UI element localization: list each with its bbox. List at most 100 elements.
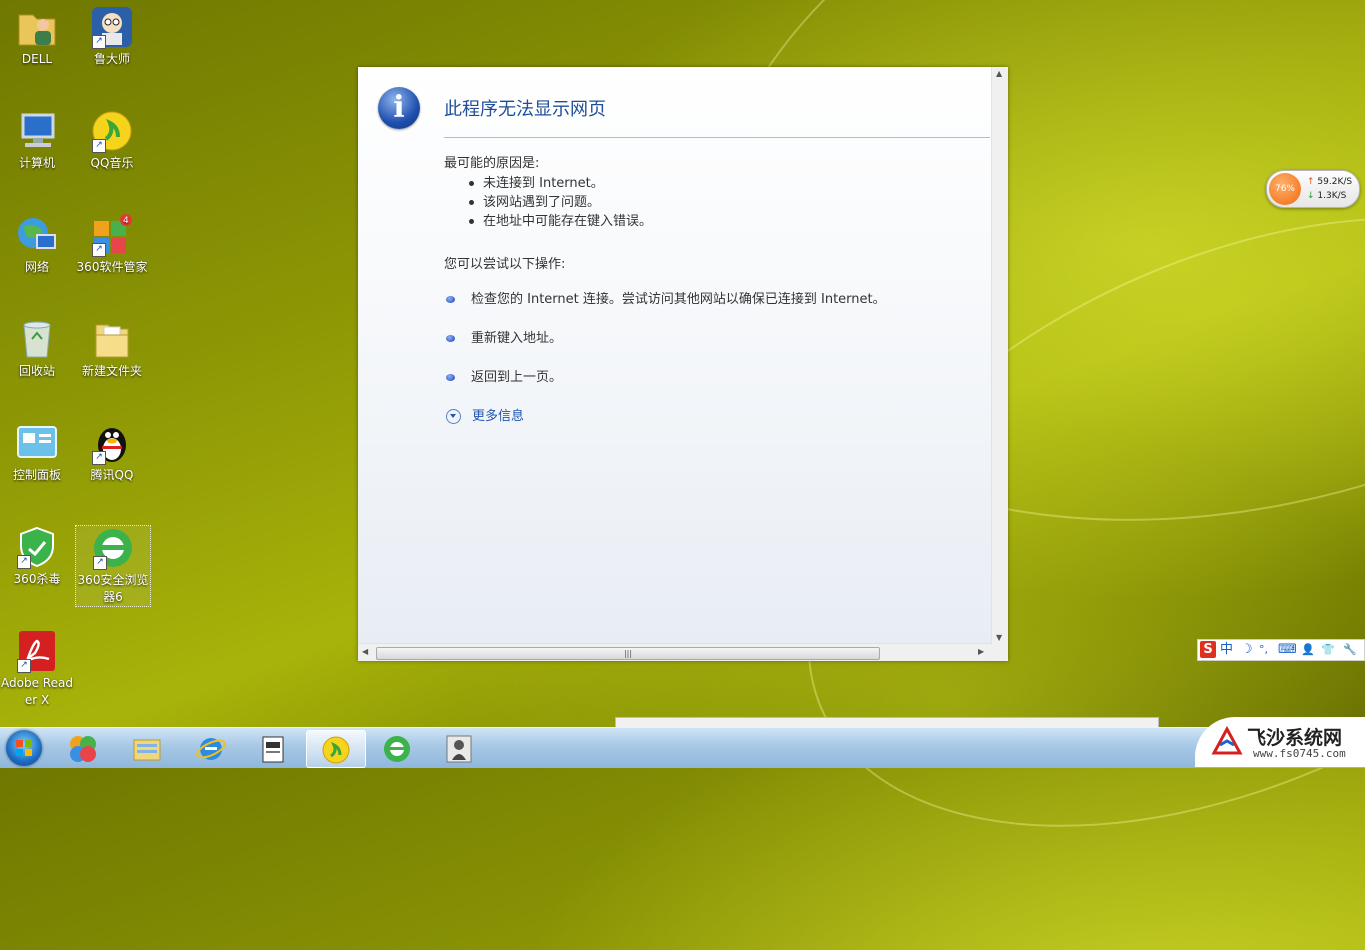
ludashi-icon: ↗ xyxy=(90,5,134,49)
taskbar-item-explorer[interactable] xyxy=(118,730,176,766)
vertical-scrollbar[interactable]: ▲ ▼ xyxy=(991,67,1008,644)
punctuation-icon[interactable]: °, xyxy=(1259,641,1268,658)
desktop-icon-control-panel[interactable]: 控制面板 xyxy=(0,416,74,484)
desktop-icon-360-software-manager[interactable]: 4 ↗ 360软件管家 xyxy=(75,208,149,276)
browser-error-window: i 此程序无法显示网页 最可能的原因是: 未连接到 Internet。 该网站遇… xyxy=(358,67,1008,661)
chinese-mode-icon[interactable]: 中 xyxy=(1220,641,1233,658)
adobe-reader-icon: ↗ xyxy=(15,629,59,673)
qq-penguin-icon: ↗ xyxy=(90,421,134,465)
error-page-content: i 此程序无法显示网页 最可能的原因是: 未连接到 Internet。 该网站遇… xyxy=(358,67,992,644)
desktop-icon-label: 计算机 xyxy=(18,156,55,170)
scroll-down-icon[interactable]: ▼ xyxy=(996,633,1002,642)
settings-wrench-icon[interactable]: 🔧 xyxy=(1343,641,1357,658)
page-title: 此程序无法显示网页 xyxy=(444,99,606,120)
desktop-icon-label: 控制面板 xyxy=(12,468,61,482)
360-browser-icon xyxy=(384,736,410,762)
keyboard-icon[interactable]: ⌨ xyxy=(1278,641,1297,658)
shortcut-arrow-icon: ↗ xyxy=(92,139,106,153)
windows-explorer-icon xyxy=(133,739,161,761)
svg-text:4: 4 xyxy=(123,216,129,226)
360-software-manager-icon: 4 ↗ xyxy=(90,213,134,257)
upload-arrow-icon: ↑ xyxy=(1307,177,1315,187)
scroll-up-icon[interactable]: ▲ xyxy=(996,69,1002,78)
network-speed-widget[interactable]: 76% ↑ 59.2K/S ↓ 1.3K/S xyxy=(1266,170,1360,208)
user-icon[interactable]: 👤 xyxy=(1301,641,1315,658)
network-icon xyxy=(15,213,59,257)
download-arrow-icon: ↓ xyxy=(1307,191,1315,201)
desktop-icon-qq-music[interactable]: ↗ QQ音乐 xyxy=(75,104,149,172)
scroll-right-icon[interactable]: ▶ xyxy=(978,647,984,656)
desktop-icon-label: QQ音乐 xyxy=(90,156,134,170)
memory-usage-ball[interactable]: 76% xyxy=(1269,173,1301,205)
desktop-icon-ludashi[interactable]: ↗ 鲁大师 xyxy=(75,0,149,68)
taskbar-item-ie[interactable] xyxy=(182,730,240,766)
360-browser-icon: ↗ xyxy=(91,526,135,570)
folder-icon xyxy=(90,317,134,361)
desktop-icon-360-browser[interactable]: ↗ 360安全浏览器6 xyxy=(75,525,151,607)
desktop-icon-label: 360杀毒 xyxy=(13,572,61,586)
taskbar-item-photo[interactable] xyxy=(430,730,488,766)
action-item: 返回到上一页。 xyxy=(446,366,562,385)
taskbar-item-document[interactable] xyxy=(244,730,302,766)
site-logo-text: 飞沙系统网 xyxy=(1247,727,1343,749)
sogou-logo-icon[interactable]: S xyxy=(1200,641,1216,658)
site-logo-url: www.fs0745.com xyxy=(1253,747,1346,760)
cause-item: 在地址中可能存在键入错误。 xyxy=(469,210,652,229)
desktop-icon-dell[interactable]: DELL xyxy=(0,0,74,68)
start-orb-icon[interactable] xyxy=(6,730,42,766)
shortcut-arrow-icon: ↗ xyxy=(17,555,31,569)
desktop-icon-label: 360安全浏览器6 xyxy=(77,573,149,604)
shortcut-arrow-icon: ↗ xyxy=(17,659,31,673)
info-icon: i xyxy=(378,87,420,129)
taskbar xyxy=(0,727,1365,768)
desktop-icon-computer[interactable]: 计算机 xyxy=(0,104,74,172)
desktop-icon-label: Adobe Reader X xyxy=(1,676,73,707)
taskbar-item-qq-music[interactable] xyxy=(306,730,366,768)
desktop-icon-recycle-bin[interactable]: 回收站 xyxy=(0,312,74,380)
scrollbar-corner xyxy=(992,644,1008,661)
bullet-icon xyxy=(446,335,455,342)
taskbar-item-360-software-manager[interactable] xyxy=(54,730,112,766)
taskbar-item-360-browser[interactable] xyxy=(368,730,426,766)
cause-item: 该网站遇到了问题。 xyxy=(469,191,600,210)
desktop-icon-qq[interactable]: ↗ 腾讯QQ xyxy=(75,416,149,484)
cause-item: 未连接到 Internet。 xyxy=(469,172,604,191)
desktop-icon-label: 360软件管家 xyxy=(76,260,148,274)
skin-icon[interactable]: 👕 xyxy=(1321,641,1335,658)
shortcut-arrow-icon: ↗ xyxy=(92,243,106,257)
bullet-icon xyxy=(446,296,455,303)
desktop-icon-label: 网络 xyxy=(24,260,49,274)
desktop-icon-label: 腾讯QQ xyxy=(90,468,134,482)
internet-explorer-icon xyxy=(196,738,226,760)
scrollbar-thumb[interactable]: ||| xyxy=(376,647,880,660)
action-item: 重新键入地址。 xyxy=(446,327,562,346)
recycle-bin-icon xyxy=(15,317,59,361)
qq-music-icon xyxy=(322,736,350,764)
desktop-icon-adobe-reader[interactable]: ↗ Adobe Reader X xyxy=(0,624,74,709)
site-logo-icon xyxy=(1211,725,1243,755)
horizontal-scrollbar[interactable]: ◀ ||| ▶ xyxy=(358,643,992,661)
desktop-icon-360-antivirus[interactable]: ↗ 360杀毒 xyxy=(0,520,74,588)
download-speed: ↓ 1.3K/S xyxy=(1307,191,1347,201)
ime-toolbar[interactable]: S 中 ☽ °, ⌨ 👤 👕 🔧 xyxy=(1197,639,1365,661)
actions-heading: 您可以尝试以下操作: xyxy=(444,257,566,272)
computer-icon xyxy=(15,109,59,153)
scroll-left-icon[interactable]: ◀ xyxy=(362,647,368,656)
bullet-icon xyxy=(446,374,455,381)
control-panel-icon xyxy=(15,421,59,465)
shortcut-arrow-icon: ↗ xyxy=(92,451,106,465)
action-item: 检查您的 Internet 连接。尝试访问其他网站以确保已连接到 Interne… xyxy=(446,288,886,307)
qq-music-icon: ↗ xyxy=(90,109,134,153)
desktop-icon-new-folder[interactable]: 新建文件夹 xyxy=(75,312,149,380)
half-width-icon[interactable]: ☽ xyxy=(1241,641,1253,658)
more-info-link[interactable]: 更多信息 xyxy=(446,405,524,424)
desktop-icon-network[interactable]: 网络 xyxy=(0,208,74,276)
desktop-icon-label: 鲁大师 xyxy=(93,52,130,66)
360-antivirus-icon: ↗ xyxy=(15,525,59,569)
photo-viewer-icon xyxy=(446,735,472,763)
site-watermark: 飞沙系统网 www.fs0745.com xyxy=(1195,717,1365,767)
desktop-icon-label: 回收站 xyxy=(18,364,55,378)
expand-icon xyxy=(446,409,461,424)
360-software-manager-icon xyxy=(70,736,96,762)
notepad-document-icon xyxy=(262,736,284,763)
